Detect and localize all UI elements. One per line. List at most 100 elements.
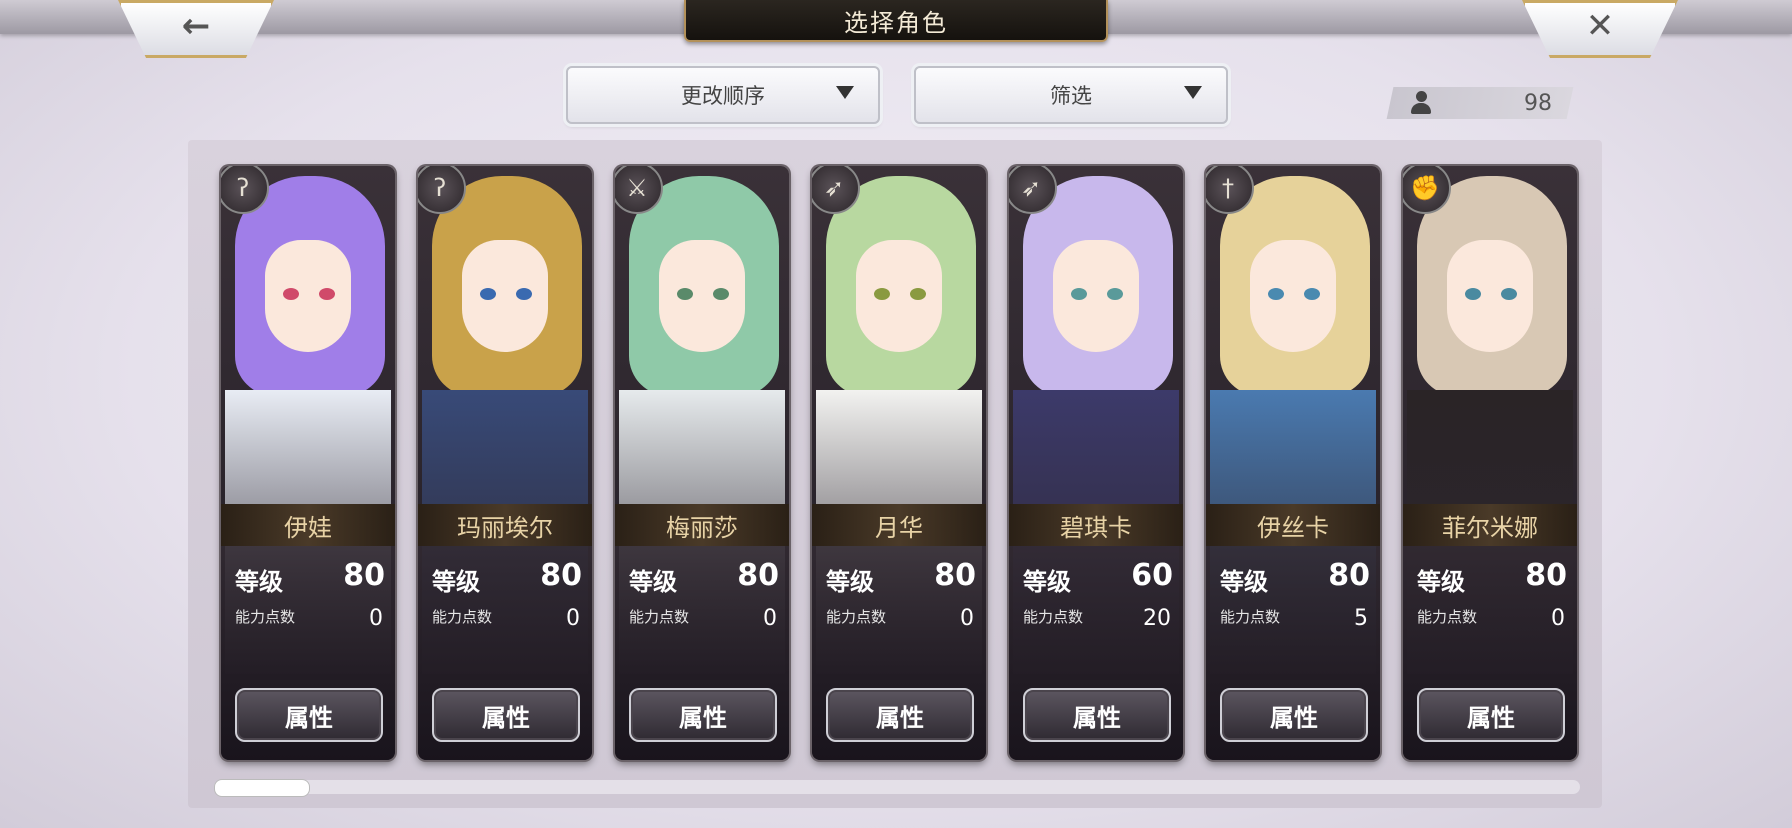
level-label: 等级 xyxy=(235,568,283,596)
level-label: 等级 xyxy=(826,568,874,596)
portrait-eye xyxy=(677,288,693,300)
portrait-eye xyxy=(1268,288,1284,300)
portrait-face xyxy=(1250,240,1336,352)
scrollbar-thumb[interactable] xyxy=(214,779,310,797)
level-value: 80 xyxy=(934,558,976,593)
level-label: 等级 xyxy=(1023,568,1071,596)
filter-dropdown-label: 筛选 xyxy=(1050,84,1092,108)
close-button[interactable]: ✕ xyxy=(1522,0,1678,58)
portrait-face xyxy=(462,240,548,352)
sort-dropdown-label: 更改顺序 xyxy=(681,84,765,108)
person-icon xyxy=(1410,91,1432,115)
character-stats: 等级 80 能力点数 0 属性 xyxy=(418,546,592,760)
character-name: 玛丽埃尔 xyxy=(457,513,553,542)
close-icon: ✕ xyxy=(1585,6,1615,46)
ability-points-value: 0 xyxy=(369,606,383,631)
attributes-button[interactable]: 属性 xyxy=(432,688,580,742)
portrait-face xyxy=(659,240,745,352)
portrait-face xyxy=(265,240,351,352)
character-stats: 等级 80 能力点数 5 属性 xyxy=(1206,546,1380,760)
portrait-eye xyxy=(1501,288,1517,300)
character-name: 碧琪卡 xyxy=(1060,513,1132,542)
portrait-eye xyxy=(516,288,532,300)
filter-dropdown[interactable]: 筛选 xyxy=(914,66,1228,124)
character-card[interactable]: ʔ 伊娃 等级 80 能力点数 0 属性 xyxy=(221,166,395,760)
sort-dropdown[interactable]: 更改顺序 xyxy=(566,66,880,124)
ability-points-label: 能力点数 xyxy=(1220,608,1281,626)
character-name: 伊娃 xyxy=(284,513,332,542)
attributes-button-label: 属性 xyxy=(679,703,727,732)
character-card[interactable]: ➶ 碧琪卡 等级 60 能力点数 20 属性 xyxy=(1009,166,1183,760)
attributes-button[interactable]: 属性 xyxy=(1417,688,1565,742)
name-plate: 月华 xyxy=(812,504,986,546)
name-plate: 碧琪卡 xyxy=(1009,504,1183,546)
ability-points-value: 20 xyxy=(1143,606,1171,631)
character-count-value: 98 xyxy=(1524,90,1552,116)
portrait-eye xyxy=(713,288,729,300)
attributes-button[interactable]: 属性 xyxy=(235,688,383,742)
character-name: 梅丽莎 xyxy=(666,513,738,542)
name-plate: 玛丽埃尔 xyxy=(418,504,592,546)
level-value: 60 xyxy=(1131,558,1173,593)
ability-points-value: 0 xyxy=(960,606,974,631)
name-plate: 伊娃 xyxy=(221,504,395,546)
attributes-button-label: 属性 xyxy=(482,703,530,732)
ability-points-label: 能力点数 xyxy=(826,608,887,626)
character-stats: 等级 60 能力点数 20 属性 xyxy=(1009,546,1183,760)
attributes-button[interactable]: 属性 xyxy=(1023,688,1171,742)
ability-points-label: 能力点数 xyxy=(1417,608,1478,626)
level-label: 等级 xyxy=(629,568,677,596)
portrait-face xyxy=(1447,240,1533,352)
chevron-down-icon xyxy=(836,86,854,99)
character-stats: 等级 80 能力点数 0 属性 xyxy=(615,546,789,760)
attributes-button[interactable]: 属性 xyxy=(826,688,974,742)
character-name: 菲尔米娜 xyxy=(1442,513,1538,542)
attributes-button-label: 属性 xyxy=(1467,703,1515,732)
character-card[interactable]: ʔ 玛丽埃尔 等级 80 能力点数 0 属性 xyxy=(418,166,592,760)
ability-points-value: 5 xyxy=(1354,606,1368,631)
portrait-eye xyxy=(1304,288,1320,300)
level-value: 80 xyxy=(343,558,385,593)
portrait-eye xyxy=(1465,288,1481,300)
character-stats: 等级 80 能力点数 0 属性 xyxy=(1403,546,1577,760)
ability-points-value: 0 xyxy=(566,606,580,631)
character-count: 98 xyxy=(1400,87,1560,119)
character-stats: 等级 80 能力点数 0 属性 xyxy=(221,546,395,760)
back-button[interactable]: ← xyxy=(118,0,274,58)
scrollbar-track[interactable] xyxy=(214,780,1580,794)
back-arrow-icon: ← xyxy=(181,6,211,46)
attributes-button[interactable]: 属性 xyxy=(1220,688,1368,742)
attributes-button-label: 属性 xyxy=(1270,703,1318,732)
character-name: 伊丝卡 xyxy=(1257,513,1329,542)
ability-points-label: 能力点数 xyxy=(235,608,296,626)
level-value: 80 xyxy=(540,558,582,593)
attributes-button-label: 属性 xyxy=(1073,703,1121,732)
portrait-face xyxy=(1053,240,1139,352)
ability-points-label: 能力点数 xyxy=(432,608,493,626)
portrait-eye xyxy=(910,288,926,300)
character-card[interactable]: ➶ 月华 等级 80 能力点数 0 属性 xyxy=(812,166,986,760)
ability-points-value: 0 xyxy=(763,606,777,631)
ability-points-value: 0 xyxy=(1551,606,1565,631)
character-card[interactable]: ⚔ 梅丽莎 等级 80 能力点数 0 属性 xyxy=(615,166,789,760)
level-label: 等级 xyxy=(1220,568,1268,596)
character-card[interactable]: † 伊丝卡 等级 80 能力点数 5 属性 xyxy=(1206,166,1380,760)
portrait-eye xyxy=(1071,288,1087,300)
attributes-button-label: 属性 xyxy=(285,703,333,732)
portrait-eye xyxy=(283,288,299,300)
level-value: 80 xyxy=(737,558,779,593)
portrait-eye xyxy=(480,288,496,300)
ability-points-label: 能力点数 xyxy=(629,608,690,626)
attributes-button[interactable]: 属性 xyxy=(629,688,777,742)
title-plate: 选择角色 xyxy=(684,0,1108,42)
character-card[interactable]: ✊ 菲尔米娜 等级 80 能力点数 0 属性 xyxy=(1403,166,1577,760)
name-plate: 梅丽莎 xyxy=(615,504,789,546)
page-title: 选择角色 xyxy=(844,8,948,37)
attributes-button-label: 属性 xyxy=(876,703,924,732)
character-name: 月华 xyxy=(875,513,923,542)
level-value: 80 xyxy=(1525,558,1567,593)
level-value: 80 xyxy=(1328,558,1370,593)
portrait-face xyxy=(856,240,942,352)
chevron-down-icon xyxy=(1184,86,1202,99)
level-label: 等级 xyxy=(432,568,480,596)
